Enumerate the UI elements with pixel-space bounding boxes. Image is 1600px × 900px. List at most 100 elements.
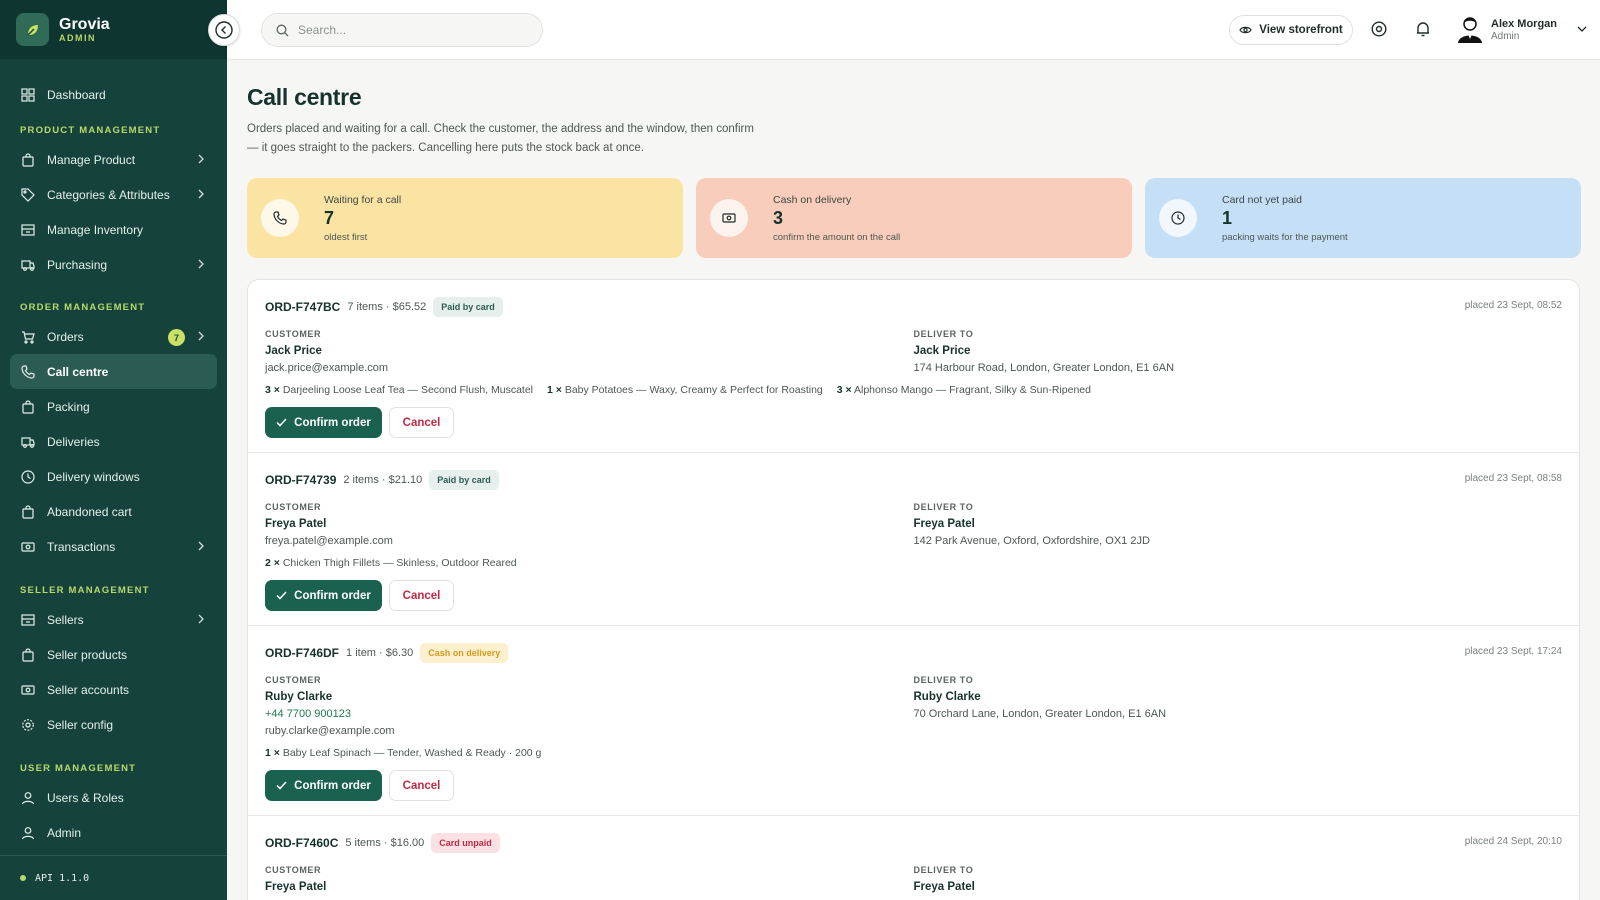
order-actions: Confirm order Cancel bbox=[265, 580, 1562, 611]
confirm-order-label: Confirm order bbox=[294, 589, 371, 602]
sidebar-item-seller-config[interactable]: Seller config bbox=[10, 707, 217, 742]
order-line-item: 3 × Alphonso Mango — Fragrant, Silky & S… bbox=[837, 384, 1091, 396]
inventory-icon bbox=[21, 223, 35, 236]
confirm-order-button[interactable]: Confirm order bbox=[265, 407, 382, 438]
chevron-right-icon bbox=[198, 541, 204, 551]
item-name: Baby Leaf Spinach — Tender, Washed & Rea… bbox=[282, 747, 542, 759]
cancel-order-button[interactable]: Cancel bbox=[389, 770, 454, 801]
sidebar-item-abandoned-cart[interactable]: Abandoned cart bbox=[10, 494, 217, 529]
sidebar-item-label: Users & Roles bbox=[47, 790, 124, 805]
deliver-to-heading: DELIVER TO bbox=[913, 502, 974, 512]
chevron-down-icon bbox=[1577, 26, 1587, 32]
order-id[interactable]: ORD-F74739 bbox=[265, 473, 336, 487]
banknote-icon bbox=[710, 199, 748, 237]
confirm-order-button[interactable]: Confirm order bbox=[265, 580, 382, 611]
customer-heading: CUSTOMER bbox=[265, 675, 322, 685]
view-storefront-button[interactable]: View storefront bbox=[1229, 15, 1353, 45]
order-meta: 5 items · $16.00 bbox=[345, 837, 425, 849]
search-input[interactable] bbox=[298, 23, 518, 37]
brand-sub: ADMIN bbox=[59, 33, 96, 43]
sidebar-item-label: Dashboard bbox=[47, 87, 106, 102]
order-id[interactable]: ORD-F747BC bbox=[265, 300, 340, 314]
item-qty: 3 × bbox=[836, 384, 852, 396]
tag-icon bbox=[21, 187, 35, 202]
user-role: Admin bbox=[1491, 30, 1520, 42]
sidebar-item-sellers[interactable]: Sellers bbox=[10, 602, 217, 637]
order-meta: 1 item · $6.30 bbox=[346, 647, 414, 659]
stat-card-waiting: Waiting for a call 7 oldest first bbox=[247, 178, 683, 258]
deliver-name: Freya Patel bbox=[913, 881, 975, 893]
sidebar-item-label: Abandoned cart bbox=[47, 504, 132, 519]
bag-icon bbox=[22, 647, 34, 662]
sidebar-item-seller-accounts[interactable]: Seller accounts bbox=[10, 672, 217, 707]
customer-phone-link[interactable]: +44 7700 900123 bbox=[265, 708, 914, 720]
confirm-order-label: Confirm order bbox=[294, 416, 371, 429]
payment-status-badge: Paid by card bbox=[433, 297, 503, 317]
deliver-to-heading: DELIVER TO bbox=[913, 329, 974, 339]
sidebar-item-seller-products[interactable]: Seller products bbox=[10, 637, 217, 672]
phone-icon bbox=[261, 199, 299, 237]
search-box[interactable] bbox=[261, 13, 543, 47]
sidebar-item-label: Packing bbox=[47, 399, 90, 414]
bell-icon[interactable] bbox=[1414, 20, 1432, 38]
sidebar-item-purchasing[interactable]: Purchasing bbox=[10, 247, 217, 282]
page-title: Call centre bbox=[247, 84, 362, 110]
order-line-item: 1 × Baby Leaf Spinach — Tender, Washed &… bbox=[265, 747, 541, 759]
cancel-order-button[interactable]: Cancel bbox=[389, 407, 454, 438]
page-description: Orders placed and waiting for a call. Ch… bbox=[247, 123, 754, 154]
sidebar-item-manage-product[interactable]: Manage Product bbox=[10, 142, 217, 177]
customer-email: freya.patel@example.com bbox=[265, 535, 393, 547]
customer-column: CUSTOMER Freya Patel bbox=[265, 865, 914, 898]
sidebar-item-transactions[interactable]: Transactions bbox=[10, 529, 217, 564]
brand[interactable]: Grovia ADMIN bbox=[0, 0, 227, 59]
sidebar-item-manage-inventory[interactable]: Manage Inventory bbox=[10, 212, 217, 247]
sidebar-item-orders[interactable]: Orders 7 bbox=[10, 319, 217, 354]
order-details: CUSTOMER Freya Patel DELIVER TO Freya Pa… bbox=[265, 865, 1562, 898]
stat-label: Waiting for a call bbox=[324, 193, 402, 206]
stat-sub: oldest first bbox=[324, 231, 368, 243]
truck-icon bbox=[21, 436, 35, 448]
sidebar-item-packing[interactable]: Packing bbox=[10, 389, 217, 424]
user-menu[interactable]: Alex Morgan Admin bbox=[1457, 15, 1587, 43]
customer-column: CUSTOMER Ruby Clarke +44 7700 900123 rub… bbox=[265, 675, 914, 742]
search-icon bbox=[276, 24, 289, 36]
order-details: CUSTOMER Freya Patel freya.patel@example… bbox=[265, 502, 1562, 552]
user-icon bbox=[21, 826, 35, 839]
order-id[interactable]: ORD-F746DF bbox=[265, 646, 339, 660]
order-card: ORD-F746DF 1 item · $6.30 Cash on delive… bbox=[248, 626, 1579, 816]
order-placed-time: placed 23 Sept, 17:24 bbox=[1464, 646, 1562, 657]
phone-icon bbox=[21, 364, 35, 379]
order-id[interactable]: ORD-F7460C bbox=[265, 836, 338, 850]
order-header: ORD-F74739 2 items · $21.10 Paid by card bbox=[265, 470, 1562, 490]
sidebar-item-deliveries[interactable]: Deliveries bbox=[10, 424, 217, 459]
sidebar-item-dashboard[interactable]: Dashboard bbox=[10, 77, 217, 112]
order-actions: Confirm order Cancel bbox=[265, 770, 1562, 801]
sidebar-item-label: Manage Inventory bbox=[47, 222, 144, 237]
deliver-address: 70 Orchard Lane, London, Greater London,… bbox=[913, 708, 1167, 720]
item-name: Baby Potatoes — Waxy, Creamy & Perfect f… bbox=[564, 384, 823, 396]
sidebar-item-admin[interactable]: Admin bbox=[10, 815, 217, 850]
chevron-right-icon bbox=[198, 614, 204, 624]
settings-icon[interactable] bbox=[1370, 20, 1388, 38]
sidebar-item-users-roles[interactable]: Users & Roles bbox=[10, 780, 217, 815]
truck-icon bbox=[21, 259, 35, 271]
order-details: CUSTOMER Ruby Clarke +44 7700 900123 rub… bbox=[265, 675, 1562, 742]
sidebar-item-delivery-windows[interactable]: Delivery windows bbox=[10, 459, 217, 494]
sidebar-item-categories[interactable]: Categories & Attributes bbox=[10, 177, 217, 212]
cancel-order-button[interactable]: Cancel bbox=[389, 580, 454, 611]
deliver-column: DELIVER TO Freya Patel 142 Park Avenue, … bbox=[914, 502, 1563, 552]
store-icon bbox=[21, 613, 35, 626]
eye-icon bbox=[1239, 26, 1252, 34]
collapse-sidebar-button[interactable] bbox=[208, 14, 240, 46]
api-version: API 1.1.0 bbox=[35, 872, 90, 884]
sidebar-item-call-centre[interactable]: Call centre bbox=[10, 354, 217, 389]
customer-name: Freya Patel bbox=[265, 881, 327, 893]
check-icon bbox=[276, 418, 287, 427]
order-items: 3 × Darjeeling Loose Leaf Tea — Second F… bbox=[265, 384, 1562, 396]
order-line-item: 2 × Chicken Thigh Fillets — Skinless, Ou… bbox=[265, 557, 517, 569]
check-icon bbox=[276, 591, 287, 600]
confirm-order-button[interactable]: Confirm order bbox=[265, 770, 382, 801]
cart-icon bbox=[22, 330, 35, 344]
stat-label: Cash on delivery bbox=[773, 193, 852, 206]
order-card: ORD-F7460C 5 items · $16.00 Card unpaid … bbox=[248, 816, 1579, 900]
